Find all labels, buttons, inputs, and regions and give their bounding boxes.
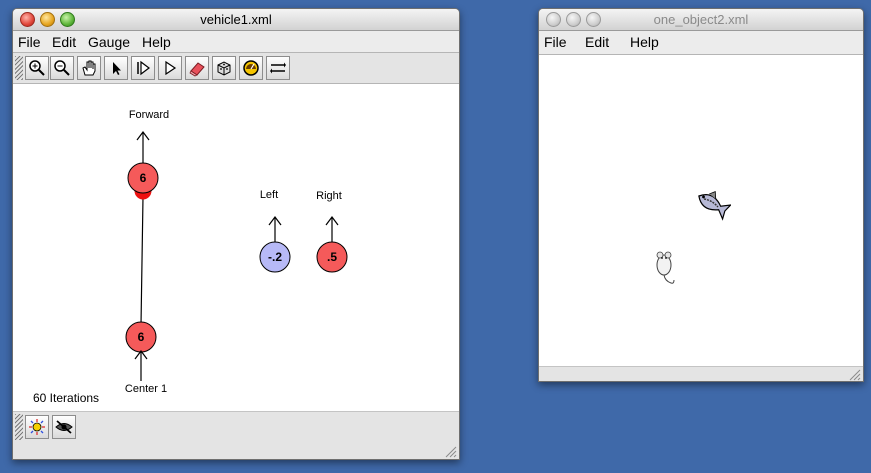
zoom-out-button[interactable] xyxy=(50,56,74,80)
neuron-left-label: Left xyxy=(260,189,278,201)
menu-gauge[interactable]: Gauge xyxy=(88,34,130,50)
neuron-left-value: -.2 xyxy=(268,250,282,264)
eraser-icon xyxy=(189,62,205,77)
sun-brain-icon xyxy=(29,419,45,435)
resize-grip-icon[interactable] xyxy=(849,369,861,381)
swap-arrows-icon xyxy=(270,62,286,74)
cube-icon xyxy=(217,61,231,76)
zoom-in-button[interactable] xyxy=(25,56,49,80)
play-icon xyxy=(165,60,177,76)
world-statusbar xyxy=(539,366,863,381)
world-window: one_object2.xml File Edit Help xyxy=(538,8,864,382)
vehicle-window-titlebar[interactable]: vehicle1.xml xyxy=(13,9,459,31)
synapse-line[interactable] xyxy=(140,196,144,326)
toolbar-grip[interactable] xyxy=(15,56,23,80)
gauge-icon xyxy=(243,60,259,76)
desktop: { "windows": { "vehicle": { "title": "ve… xyxy=(0,0,871,473)
menubar: File Edit Help xyxy=(539,31,863,51)
gauge-button[interactable] xyxy=(239,56,263,80)
bottom-toolbar xyxy=(13,411,459,459)
step-button[interactable] xyxy=(131,56,155,80)
menubar: File Edit Gauge Help xyxy=(13,31,459,51)
menu-edit[interactable]: Edit xyxy=(585,34,609,50)
neuron-center-label: Center 1 xyxy=(125,383,167,395)
network-canvas[interactable]: 6 Forward 6 Center 1 Left -.2 Right .5 6… xyxy=(13,84,459,411)
hide-eye-icon xyxy=(55,420,73,434)
step-forward-icon xyxy=(137,60,150,76)
bottom-toolbar-grip[interactable] xyxy=(15,414,23,440)
neuron-right-label: Right xyxy=(316,190,342,202)
randomize-button[interactable] xyxy=(212,56,236,80)
menu-help[interactable]: Help xyxy=(630,34,659,50)
pan-button[interactable] xyxy=(77,56,101,80)
world-window-titlebar[interactable]: one_object2.xml xyxy=(539,9,863,31)
show-activation-button[interactable] xyxy=(25,415,49,439)
interaction-button[interactable] xyxy=(266,56,290,80)
hide-button[interactable] xyxy=(52,415,76,439)
select-button[interactable] xyxy=(104,56,128,80)
window-title: vehicle1.xml xyxy=(200,12,272,27)
window-title: one_object2.xml xyxy=(653,12,749,27)
neuron-forward-label: Forward xyxy=(129,109,169,121)
neuron-forward-value: 6 xyxy=(140,171,147,185)
mouse-icon[interactable] xyxy=(650,249,678,287)
vehicle-window: vehicle1.xml File Edit Gauge Help 6 Forw… xyxy=(12,8,460,460)
iteration-counter: 60 Iterations xyxy=(33,391,100,405)
arrow-pointer-icon xyxy=(113,62,121,75)
resize-grip-icon[interactable] xyxy=(445,446,457,458)
menu-file[interactable]: File xyxy=(544,34,567,50)
play-button[interactable] xyxy=(158,56,182,80)
zoom-out-icon xyxy=(54,60,70,76)
neuron-center-value: 6 xyxy=(138,330,145,344)
zoom-in-icon xyxy=(29,60,45,76)
neuron-right-value: .5 xyxy=(327,250,337,264)
menu-file[interactable]: File xyxy=(18,34,41,50)
menu-help[interactable]: Help xyxy=(142,34,171,50)
hand-pan-icon xyxy=(82,60,96,76)
fish-icon[interactable] xyxy=(691,183,731,223)
menu-edit[interactable]: Edit xyxy=(52,34,76,50)
world-canvas[interactable] xyxy=(539,54,863,367)
network-graph: 6 Forward 6 Center 1 Left -.2 Right .5 xyxy=(125,109,348,395)
clear-button[interactable] xyxy=(185,56,209,80)
toolbar xyxy=(13,52,459,84)
